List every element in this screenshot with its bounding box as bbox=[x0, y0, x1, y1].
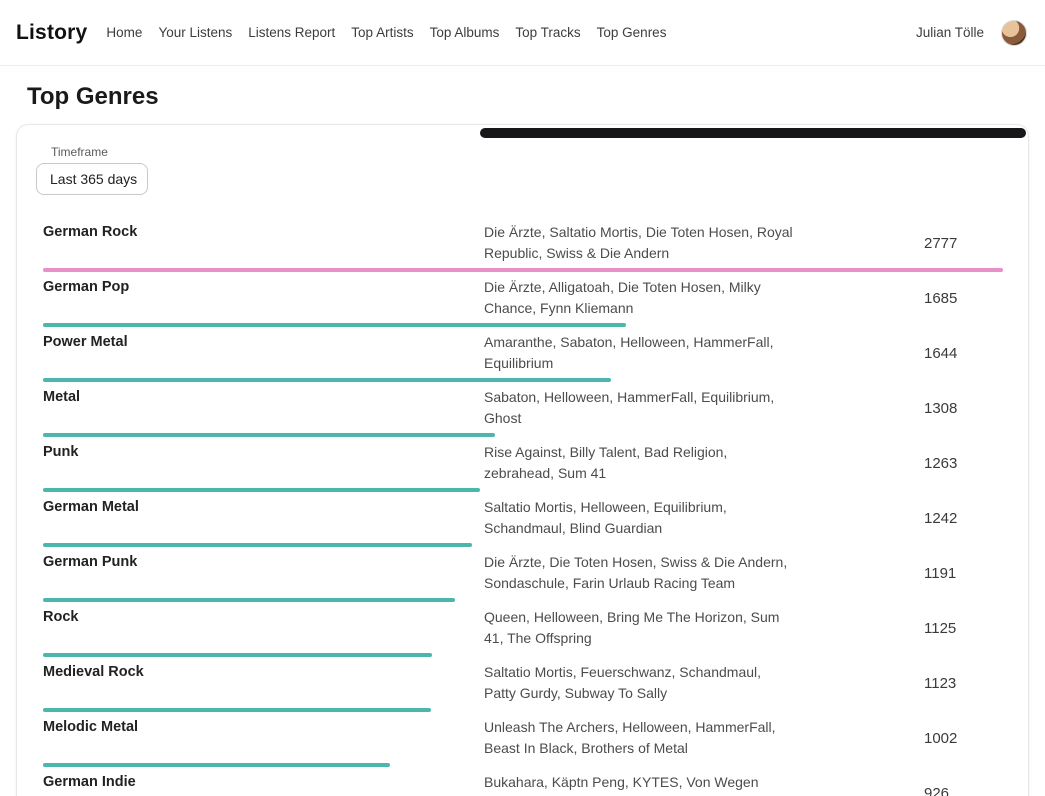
genre-name: German Punk bbox=[43, 552, 484, 573]
genre-artists: Bukahara, Käptn Peng, KYTES, Von Wegen L… bbox=[484, 772, 794, 796]
genre-artists: Saltatio Mortis, Helloween, Equilibrium,… bbox=[484, 497, 794, 539]
genre-artists: Unleash The Archers, Helloween, HammerFa… bbox=[484, 717, 794, 759]
genre-row: German Metal Saltatio Mortis, Helloween,… bbox=[43, 492, 1003, 547]
genre-artists: Saltatio Mortis, Feuerschwanz, Schandmau… bbox=[484, 662, 794, 704]
genre-row: Metal Sabaton, Helloween, HammerFall, Eq… bbox=[43, 382, 1003, 437]
genre-count: 1002 bbox=[924, 728, 1003, 749]
nav-item[interactable]: Top Albums bbox=[430, 25, 500, 40]
genre-name: Punk bbox=[43, 442, 484, 463]
genre-count: 1123 bbox=[924, 673, 1003, 694]
genre-name: German Metal bbox=[43, 497, 484, 518]
genre-name: Medieval Rock bbox=[43, 662, 484, 683]
nav-item[interactable]: Listens Report bbox=[248, 25, 335, 40]
genre-count: 1125 bbox=[924, 618, 1003, 639]
genre-count: 1191 bbox=[924, 563, 1003, 584]
genre-artists: Die Ärzte, Alligatoah, Die Toten Hosen, … bbox=[484, 277, 794, 319]
genre-count: 2777 bbox=[924, 233, 1003, 254]
genre-row: German Indie Bukahara, Käptn Peng, KYTES… bbox=[43, 767, 1003, 796]
avatar[interactable] bbox=[1001, 20, 1027, 46]
genre-count: 926 bbox=[924, 783, 1003, 796]
user-name: Julian Tölle bbox=[916, 25, 984, 40]
genre-count: 1644 bbox=[924, 343, 1003, 364]
genres-card: Timeframe Last 365 days German Rock Die … bbox=[16, 124, 1029, 796]
genre-name: Melodic Metal bbox=[43, 717, 484, 738]
genre-artists: Queen, Helloween, Bring Me The Horizon, … bbox=[484, 607, 794, 649]
genre-artists: Amaranthe, Sabaton, Helloween, HammerFal… bbox=[484, 332, 794, 374]
genre-count: 1685 bbox=[924, 288, 1003, 309]
timeframe-control: Timeframe Last 365 days bbox=[36, 145, 1003, 195]
genre-row: Medieval Rock Saltatio Mortis, Feuerschw… bbox=[43, 657, 1003, 712]
timeframe-label: Timeframe bbox=[51, 145, 1003, 159]
nav-item[interactable]: Top Artists bbox=[351, 25, 413, 40]
brand-logo[interactable]: Listory bbox=[16, 21, 87, 45]
genre-name: Rock bbox=[43, 607, 484, 628]
genre-count: 1242 bbox=[924, 508, 1003, 529]
nav-item[interactable]: Home bbox=[106, 25, 142, 40]
genre-row: German Pop Die Ärzte, Alligatoah, Die To… bbox=[43, 272, 1003, 327]
genre-name: German Rock bbox=[43, 222, 484, 243]
timeframe-select[interactable]: Last 365 days bbox=[36, 163, 148, 195]
genre-name: Power Metal bbox=[43, 332, 484, 353]
page-title: Top Genres bbox=[27, 83, 1045, 111]
timeframe-value: Last 365 days bbox=[50, 171, 137, 187]
nav-item[interactable]: Top Tracks bbox=[515, 25, 580, 40]
genre-table: German Rock Die Ärzte, Saltatio Mortis, … bbox=[43, 217, 1003, 796]
genre-row: Power Metal Amaranthe, Sabaton, Hellowee… bbox=[43, 327, 1003, 382]
genre-name: German Pop bbox=[43, 277, 484, 298]
genre-row: Punk Rise Against, Billy Talent, Bad Rel… bbox=[43, 437, 1003, 492]
nav-item[interactable]: Your Listens bbox=[158, 25, 232, 40]
horizontal-scrollbar-thumb[interactable] bbox=[480, 128, 1026, 138]
nav-item[interactable]: Top Genres bbox=[597, 25, 667, 40]
user-menu[interactable]: Julian Tölle bbox=[916, 20, 1027, 46]
genre-row: German Punk Die Ärzte, Die Toten Hosen, … bbox=[43, 547, 1003, 602]
nav-items: Home Your Listens Listens Report Top Art… bbox=[106, 25, 682, 40]
genre-count: 1308 bbox=[924, 398, 1003, 419]
genre-row: German Rock Die Ärzte, Saltatio Mortis, … bbox=[43, 217, 1003, 272]
genre-row: Melodic Metal Unleash The Archers, Hello… bbox=[43, 712, 1003, 767]
genre-artists: Rise Against, Billy Talent, Bad Religion… bbox=[484, 442, 794, 484]
genre-count: 1263 bbox=[924, 453, 1003, 474]
top-nav: Listory Home Your Listens Listens Report… bbox=[0, 0, 1045, 66]
genre-name: Metal bbox=[43, 387, 484, 408]
genre-artists: Die Ärzte, Saltatio Mortis, Die Toten Ho… bbox=[484, 222, 794, 264]
genre-row: Rock Queen, Helloween, Bring Me The Hori… bbox=[43, 602, 1003, 657]
genre-artists: Sabaton, Helloween, HammerFall, Equilibr… bbox=[484, 387, 794, 429]
genre-name: German Indie bbox=[43, 772, 484, 793]
genre-artists: Die Ärzte, Die Toten Hosen, Swiss & Die … bbox=[484, 552, 794, 594]
